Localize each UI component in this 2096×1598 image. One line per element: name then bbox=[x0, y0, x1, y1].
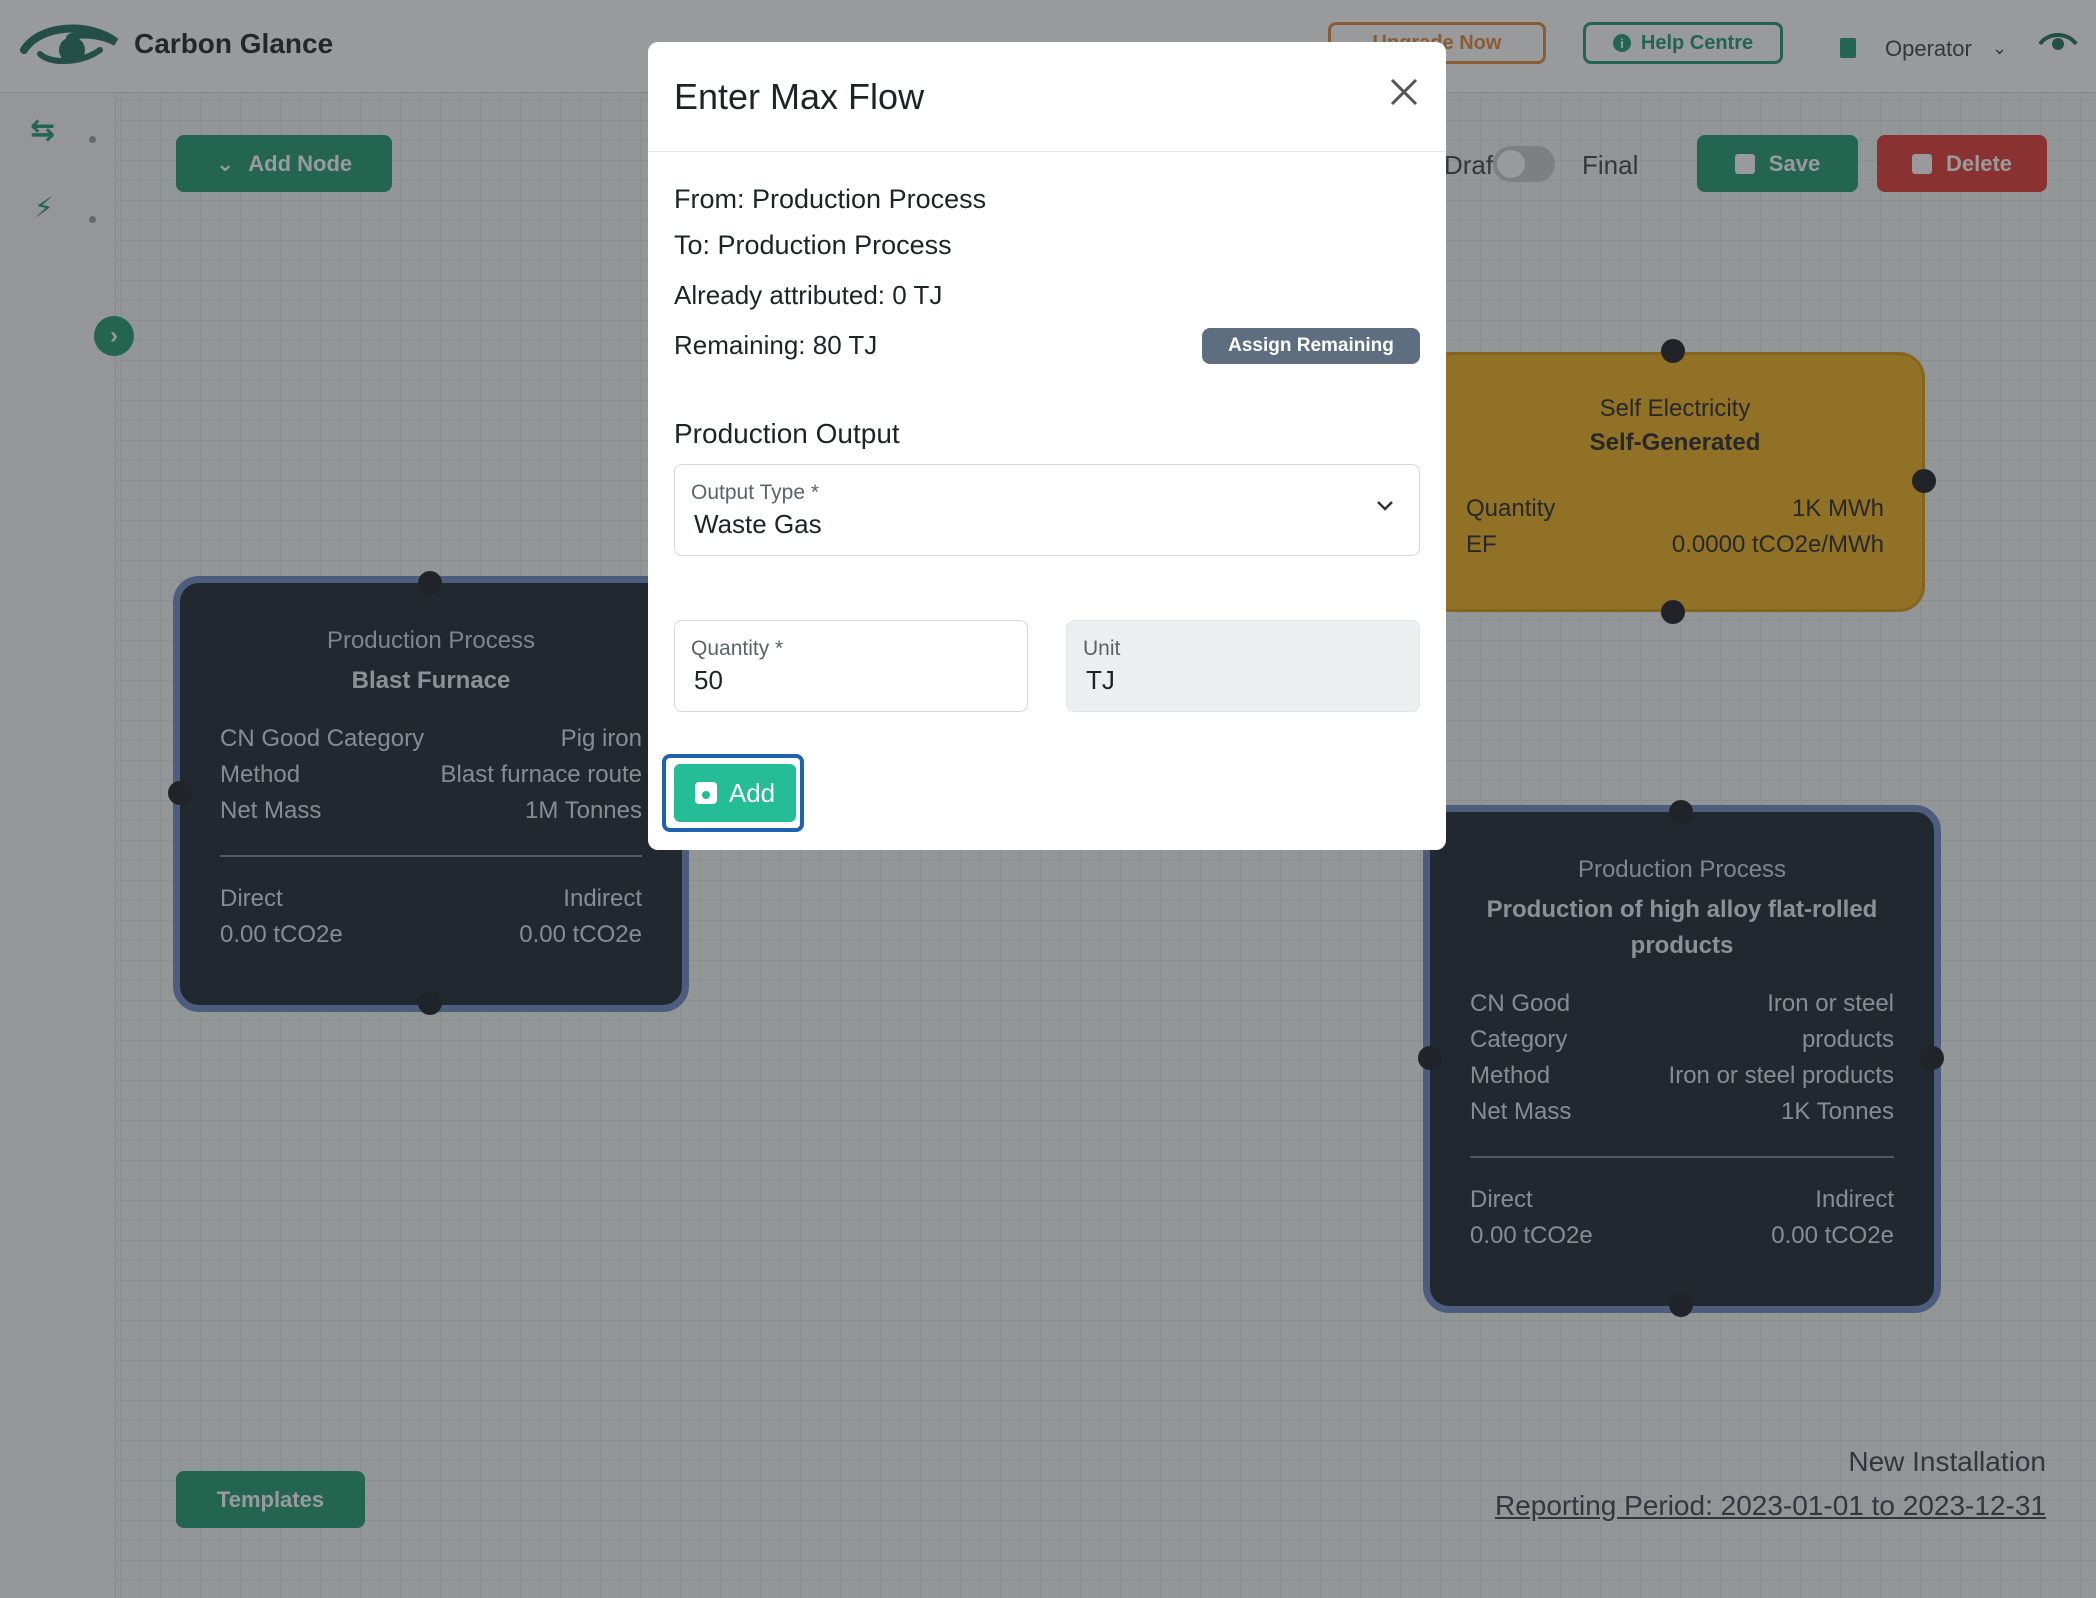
output-type-label: Output Type * bbox=[691, 481, 820, 504]
quantity-value[interactable]: 50 bbox=[694, 665, 723, 696]
assign-remaining-button[interactable]: Assign Remaining bbox=[1202, 328, 1420, 364]
unit-value: TJ bbox=[1086, 665, 1115, 695]
quantity-label: Quantity * bbox=[691, 637, 784, 660]
quantity-field[interactable]: Quantity * 50 bbox=[674, 620, 1028, 712]
already-attributed: Already attributed: 0 TJ bbox=[674, 280, 943, 310]
remaining-amount: Remaining: 80 TJ bbox=[674, 330, 878, 360]
unit-label: Unit bbox=[1083, 637, 1121, 660]
unit-field: Unit TJ bbox=[1066, 620, 1420, 712]
max-flow-dialog: Enter Max Flow From: Production Process … bbox=[648, 42, 1446, 850]
dialog-title: Enter Max Flow bbox=[674, 76, 925, 117]
close-icon[interactable] bbox=[1384, 72, 1424, 112]
add-button[interactable]: Add bbox=[674, 764, 796, 822]
add-label: Add bbox=[728, 777, 776, 808]
assign-label: Assign Remaining bbox=[1228, 335, 1394, 356]
output-type-select[interactable]: Output Type * Waste Gas bbox=[674, 464, 1420, 556]
section-title: Production Output bbox=[674, 418, 900, 449]
save-icon bbox=[694, 782, 717, 804]
dialog-header: Enter Max Flow bbox=[648, 42, 1446, 152]
chevron-down-icon bbox=[1377, 501, 1393, 511]
output-type-value: Waste Gas bbox=[694, 509, 822, 539]
flow-from: From: Production Process bbox=[674, 184, 987, 214]
flow-to: To: Production Process bbox=[674, 230, 952, 260]
